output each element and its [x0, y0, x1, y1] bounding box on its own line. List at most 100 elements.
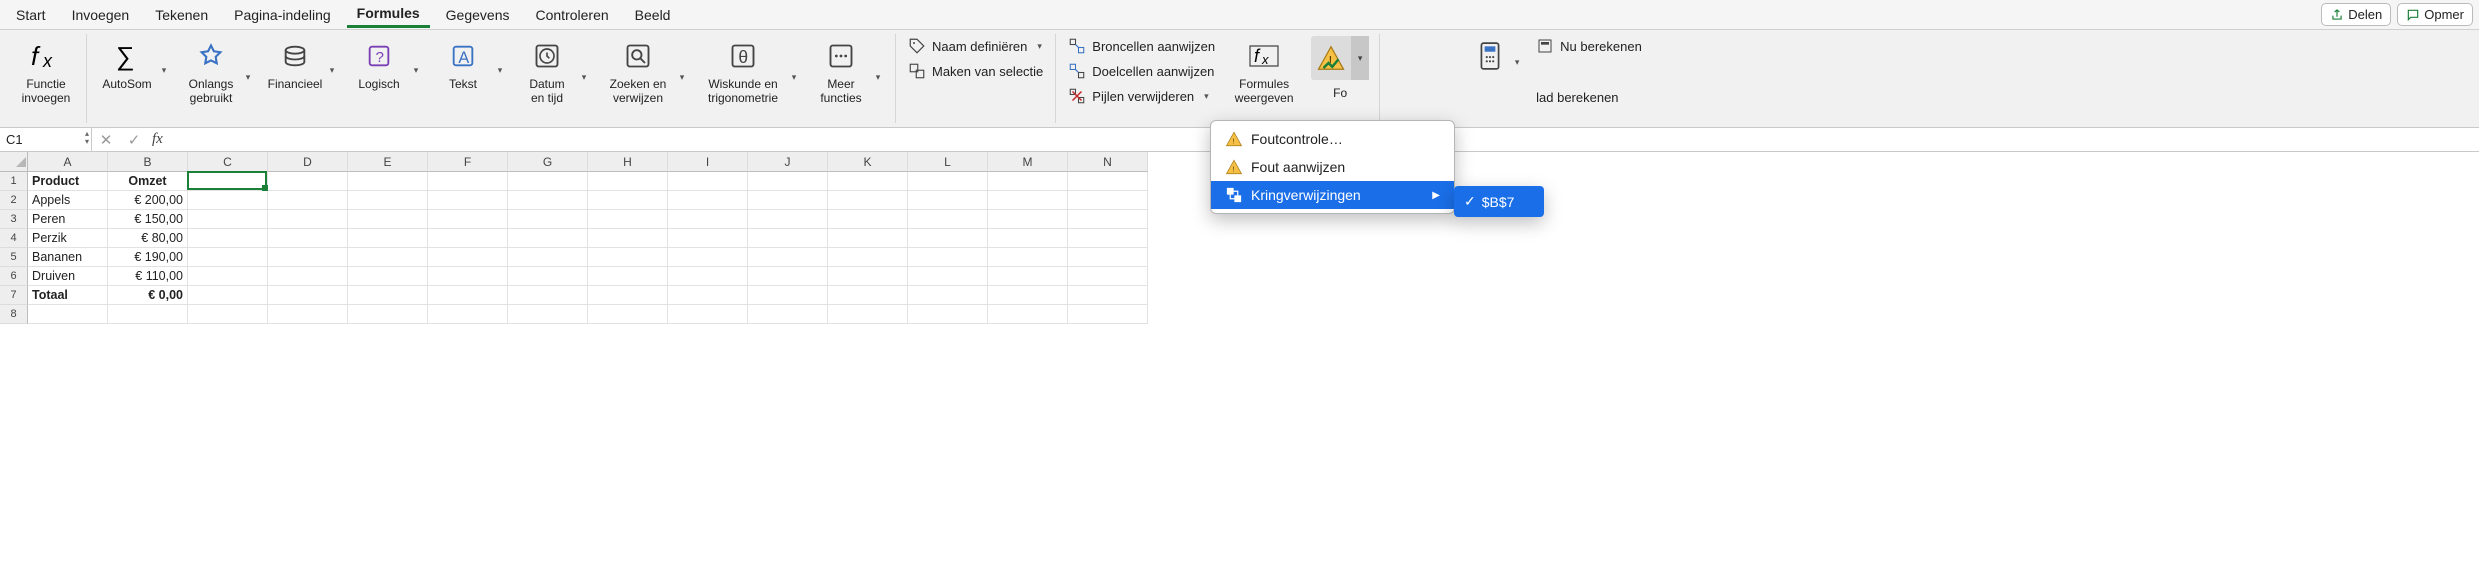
recently-used-button[interactable]: Onlangs gebruikt — [181, 36, 241, 106]
name-box[interactable]: C1 ▴▾ — [0, 128, 92, 151]
calculate-sheet-button[interactable]: lad berekenen — [1534, 89, 1644, 106]
cell-B2[interactable]: € 200,00 — [108, 191, 188, 210]
calculation-options-button[interactable] — [1470, 36, 1510, 74]
column-header-e[interactable]: E — [348, 152, 428, 172]
cell-M4[interactable] — [988, 229, 1068, 248]
cell-G7[interactable] — [508, 286, 588, 305]
cell-F6[interactable] — [428, 267, 508, 286]
cell-A7[interactable]: Totaal — [28, 286, 108, 305]
cell-I3[interactable] — [668, 210, 748, 229]
cell-K1[interactable] — [828, 172, 908, 191]
column-header-b[interactable]: B — [108, 152, 188, 172]
cell-K2[interactable] — [828, 191, 908, 210]
tab-controleren[interactable]: Controleren — [526, 3, 619, 27]
recently-used-dropdown[interactable]: ▾ — [241, 36, 255, 106]
cell-H8[interactable] — [588, 305, 668, 324]
row-header-7[interactable]: 7 — [0, 286, 28, 305]
remove-arrows-button[interactable]: Pijlen verwijderen ▾ — [1066, 86, 1217, 106]
error-checking-dropdown[interactable]: ▾ — [1351, 36, 1369, 80]
show-formulas-button[interactable]: fx Formules weergeven — [1227, 36, 1301, 106]
text-dropdown[interactable]: ▾ — [493, 36, 507, 92]
cell-D5[interactable] — [268, 248, 348, 267]
cell-C3[interactable] — [188, 210, 268, 229]
cell-E8[interactable] — [348, 305, 428, 324]
cell-N8[interactable] — [1068, 305, 1148, 324]
error-checking-split-button[interactable]: ! ▾ — [1311, 36, 1369, 80]
cell-J4[interactable] — [748, 229, 828, 248]
cell-K3[interactable] — [828, 210, 908, 229]
more-functions-button[interactable]: Meer functies — [811, 36, 871, 106]
cell-F4[interactable] — [428, 229, 508, 248]
create-from-selection-button[interactable]: Maken van selectie — [906, 61, 1045, 81]
cell-F7[interactable] — [428, 286, 508, 305]
autosum-dropdown[interactable]: ▾ — [157, 36, 171, 92]
column-header-l[interactable]: L — [908, 152, 988, 172]
cell-E7[interactable] — [348, 286, 428, 305]
cell-H7[interactable] — [588, 286, 668, 305]
row-header-3[interactable]: 3 — [0, 210, 28, 229]
column-header-k[interactable]: K — [828, 152, 908, 172]
cell-D6[interactable] — [268, 267, 348, 286]
cell-D3[interactable] — [268, 210, 348, 229]
cell-M1[interactable] — [988, 172, 1068, 191]
cell-B1[interactable]: Omzet — [108, 172, 188, 191]
cell-I6[interactable] — [668, 267, 748, 286]
tab-pagina-indeling[interactable]: Pagina-indeling — [224, 3, 341, 27]
cell-E3[interactable] — [348, 210, 428, 229]
cell-I4[interactable] — [668, 229, 748, 248]
cell-L4[interactable] — [908, 229, 988, 248]
cancel-formula-button[interactable]: ✕ — [92, 131, 120, 149]
error-checking-button[interactable]: ! — [1311, 36, 1351, 80]
cell-B5[interactable]: € 190,00 — [108, 248, 188, 267]
cell-E1[interactable] — [348, 172, 428, 191]
cell-E4[interactable] — [348, 229, 428, 248]
cell-F1[interactable] — [428, 172, 508, 191]
cell-A2[interactable]: Appels — [28, 191, 108, 210]
insert-function-button[interactable]: fx Functie invoegen — [16, 36, 76, 106]
cell-C6[interactable] — [188, 267, 268, 286]
financial-button[interactable]: Financieel — [265, 36, 325, 92]
cell-F3[interactable] — [428, 210, 508, 229]
cell-N2[interactable] — [1068, 191, 1148, 210]
math-button[interactable]: θ Wiskunde en trigonometrie — [699, 36, 787, 106]
cell-K4[interactable] — [828, 229, 908, 248]
row-header-1[interactable]: 1 — [0, 172, 28, 191]
cell-H1[interactable] — [588, 172, 668, 191]
cell-H4[interactable] — [588, 229, 668, 248]
cell-C4[interactable] — [188, 229, 268, 248]
cell-J6[interactable] — [748, 267, 828, 286]
cell-H5[interactable] — [588, 248, 668, 267]
cell-B6[interactable]: € 110,00 — [108, 267, 188, 286]
cell-E2[interactable] — [348, 191, 428, 210]
cell-D2[interactable] — [268, 191, 348, 210]
cell-M8[interactable] — [988, 305, 1068, 324]
cell-D4[interactable] — [268, 229, 348, 248]
column-header-g[interactable]: G — [508, 152, 588, 172]
logical-button[interactable]: ? Logisch — [349, 36, 409, 92]
cell-C7[interactable] — [188, 286, 268, 305]
select-all-corner[interactable] — [0, 152, 28, 172]
cell-J3[interactable] — [748, 210, 828, 229]
column-header-i[interactable]: I — [668, 152, 748, 172]
row-header-2[interactable]: 2 — [0, 191, 28, 210]
cell-E6[interactable] — [348, 267, 428, 286]
calculate-now-button[interactable]: Nu berekenen — [1534, 36, 1644, 56]
column-header-h[interactable]: H — [588, 152, 668, 172]
lookup-button[interactable]: Zoeken en verwijzen — [601, 36, 675, 106]
datetime-button[interactable]: Datum en tijd — [517, 36, 577, 106]
cell-G2[interactable] — [508, 191, 588, 210]
cell-L3[interactable] — [908, 210, 988, 229]
cell-I7[interactable] — [668, 286, 748, 305]
row-header-4[interactable]: 4 — [0, 229, 28, 248]
cell-L1[interactable] — [908, 172, 988, 191]
text-button[interactable]: A Tekst — [433, 36, 493, 92]
trace-dependents-button[interactable]: Doelcellen aanwijzen — [1066, 61, 1217, 81]
cell-H3[interactable] — [588, 210, 668, 229]
cell-M6[interactable] — [988, 267, 1068, 286]
cell-G8[interactable] — [508, 305, 588, 324]
logical-dropdown[interactable]: ▾ — [409, 36, 423, 92]
cell-L5[interactable] — [908, 248, 988, 267]
cell-B4[interactable]: € 80,00 — [108, 229, 188, 248]
cell-K5[interactable] — [828, 248, 908, 267]
column-header-f[interactable]: F — [428, 152, 508, 172]
